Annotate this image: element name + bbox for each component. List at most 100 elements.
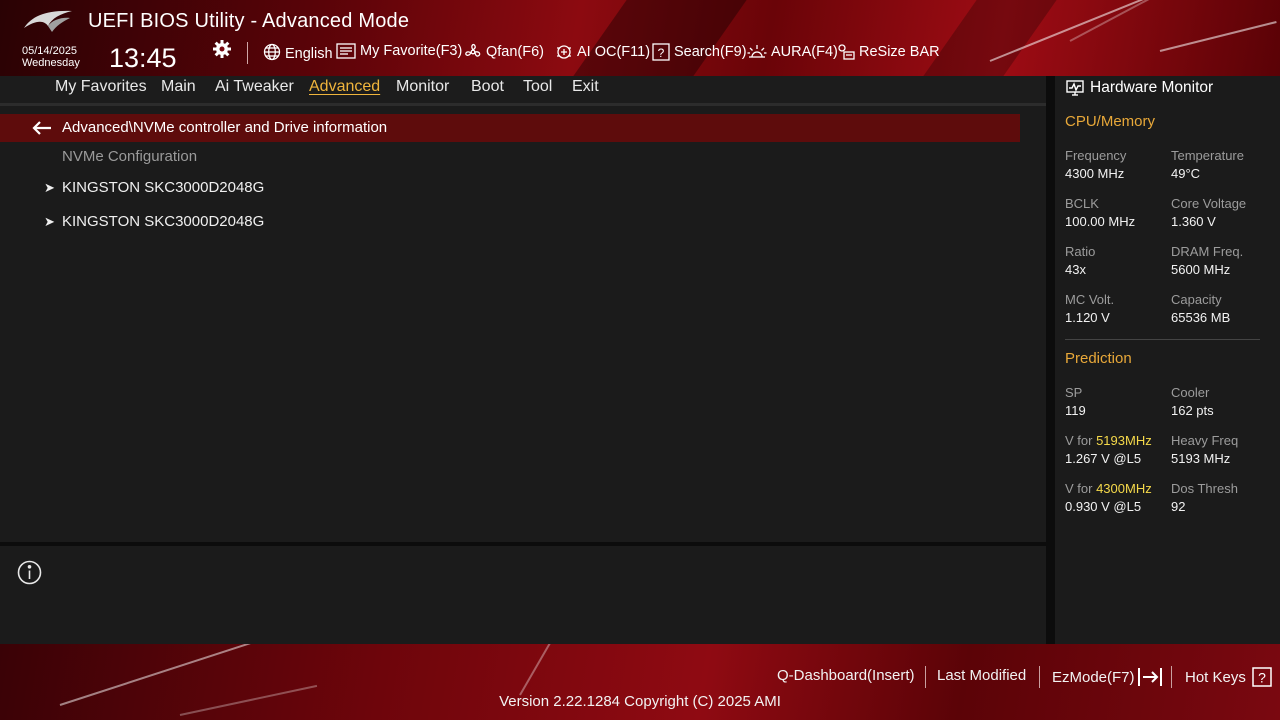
core-voltage-value: 1.360 V: [1171, 214, 1216, 229]
breadcrumb-text: Advanced\NVMe controller and Drive infor…: [62, 119, 388, 136]
my-favorite-button[interactable]: My Favorite(F3): [336, 43, 462, 59]
v-for-prefix: V for: [1065, 481, 1097, 496]
dos-thresh-value: 92: [1171, 499, 1186, 514]
language-button[interactable]: English: [263, 43, 333, 62]
help-panel: [0, 546, 1046, 644]
header-decor: [923, 0, 1057, 76]
tab-ai-tweaker[interactable]: Ai Tweaker: [215, 78, 294, 96]
tab-exit[interactable]: Exit: [572, 78, 599, 96]
section-divider: [1065, 339, 1260, 340]
my-favorite-label: My Favorite(F3): [360, 43, 463, 59]
bclk-label: BCLK: [1065, 196, 1099, 211]
dos-thresh-label: Dos Thresh: [1171, 481, 1238, 496]
last-modified-button[interactable]: Last Modified: [937, 667, 1026, 684]
bclk-value: 100.00 MHz: [1065, 214, 1136, 229]
dram-freq-label: DRAM Freq.: [1171, 244, 1244, 259]
v-for-value: 0.930 V @L5: [1065, 499, 1142, 514]
sidebar-gap: [1046, 76, 1055, 644]
header-divider: [247, 42, 248, 64]
ratio-label: Ratio: [1065, 244, 1096, 259]
ai-oc-button[interactable]: AI OC(F11): [555, 43, 650, 61]
section-label: NVMe Configuration: [62, 148, 198, 165]
heavy-freq-label: Heavy Freq: [1171, 433, 1239, 448]
mc-volt-label: MC Volt.: [1065, 292, 1115, 307]
sp-value: 119: [1065, 403, 1086, 418]
cooler-label: Cooler: [1171, 385, 1210, 400]
mc-volt-value: 1.120 V: [1065, 310, 1110, 325]
main-panel: Advanced\NVMe controller and Drive infor…: [0, 106, 1046, 542]
clock[interactable]: 13:45: [109, 43, 177, 74]
qfan-label: Qfan(F6): [486, 44, 545, 60]
menu-bar: My Favorites Main Ai Tweaker Advanced Mo…: [0, 76, 1046, 103]
expand-arrow-icon: ➤: [44, 214, 55, 229]
top-header: UEFI BIOS Utility - Advanced Mode 05/14/…: [0, 0, 1280, 76]
search-label: Search(F9): [674, 44, 747, 60]
v-for-prefix: V for: [1065, 433, 1097, 448]
footer-divider: [925, 666, 926, 688]
drive-name: KINGSTON SKC3000D2048G: [62, 179, 265, 196]
hot-keys-label: Hot Keys: [1185, 668, 1246, 686]
weekday-text: Wednesday: [22, 57, 80, 69]
ezmode-label: EzMode(F7): [1052, 668, 1135, 686]
core-voltage-label: Core Voltage: [1171, 196, 1247, 211]
header-streak: [1159, 20, 1277, 52]
search-icon: ?: [652, 43, 670, 61]
resize-bar-icon: [838, 44, 855, 60]
drive-item[interactable]: ➤ KINGSTON SKC3000D2048G: [44, 213, 264, 230]
monitor-icon: [1066, 80, 1084, 96]
search-button[interactable]: ? Search(F9): [652, 43, 747, 61]
v-for-value: 1.267 V @L5: [1065, 451, 1142, 466]
tab-main[interactable]: Main: [161, 78, 196, 96]
info-icon: [17, 560, 42, 585]
exit-arrow-icon: [1137, 668, 1162, 686]
resize-bar-button[interactable]: ReSize BAR: [837, 43, 940, 61]
dram-freq-value: 5600 MHz: [1171, 262, 1231, 277]
qfan-button[interactable]: Qfan(F6): [464, 43, 544, 61]
temperature-label: Temperature: [1171, 148, 1244, 163]
v-for-freq: 4300MHz: [1096, 481, 1152, 496]
aura-label: AURA(F4): [771, 44, 838, 60]
svg-text:?: ?: [658, 46, 665, 60]
aura-icon: [747, 45, 767, 58]
v-for-label: V for 5193MHz: [1065, 433, 1152, 448]
date-text: 05/14/2025: [22, 45, 78, 57]
v-for-label: V for 4300MHz: [1065, 481, 1152, 496]
ezmode-button[interactable]: EzMode(F7): [1052, 667, 1165, 687]
footer-divider: [1171, 666, 1172, 688]
fan-icon: [465, 43, 481, 57]
temperature-value: 49°C: [1171, 166, 1201, 181]
version-info: Version 2.22.1284 Copyright (C) 2025 AMI: [499, 693, 781, 710]
gear-icon[interactable]: [212, 39, 232, 59]
capacity-value: 65536 MB: [1171, 310, 1231, 325]
cooler-value: 162 pts: [1171, 403, 1214, 418]
tab-boot[interactable]: Boot: [471, 78, 504, 96]
ai-chip-icon: [557, 45, 571, 59]
footer-streak: [519, 644, 561, 696]
prediction-heading: Prediction: [1065, 350, 1132, 367]
footer-divider: [1039, 666, 1040, 688]
drive-name: KINGSTON SKC3000D2048G: [62, 213, 265, 230]
capacity-label: Capacity: [1171, 292, 1222, 307]
ai-oc-label: AI OC(F11): [577, 44, 651, 60]
help-icon: ?: [1252, 667, 1272, 687]
date-display: 05/14/2025 Wednesday: [22, 45, 80, 69]
page-title: UEFI BIOS Utility - Advanced Mode: [88, 10, 410, 32]
tab-my-favorites[interactable]: My Favorites: [55, 78, 147, 96]
aura-button[interactable]: AURA(F4): [747, 43, 838, 61]
back-arrow-icon[interactable]: [32, 120, 52, 136]
breadcrumb[interactable]: Advanced\NVMe controller and Drive infor…: [0, 114, 1020, 142]
tab-monitor[interactable]: Monitor: [396, 78, 449, 96]
svg-text:?: ?: [1258, 670, 1266, 686]
hot-keys-button[interactable]: Hot Keys ?: [1185, 667, 1272, 687]
v-for-freq: 5193MHz: [1096, 433, 1152, 448]
expand-arrow-icon: ➤: [44, 180, 55, 195]
tab-tool[interactable]: Tool: [523, 78, 552, 96]
q-dashboard-button[interactable]: Q-Dashboard(Insert): [777, 667, 915, 684]
rog-logo-icon: [24, 10, 72, 32]
hardware-monitor-panel: Hardware Monitor CPU/Memory Frequency 43…: [1055, 76, 1280, 644]
resize-bar-label: ReSize BAR: [859, 44, 940, 60]
drive-item[interactable]: ➤ KINGSTON SKC3000D2048G: [44, 179, 264, 196]
header-decor: [573, 0, 747, 76]
tab-advanced[interactable]: Advanced: [309, 78, 380, 96]
globe-icon: [263, 43, 281, 61]
